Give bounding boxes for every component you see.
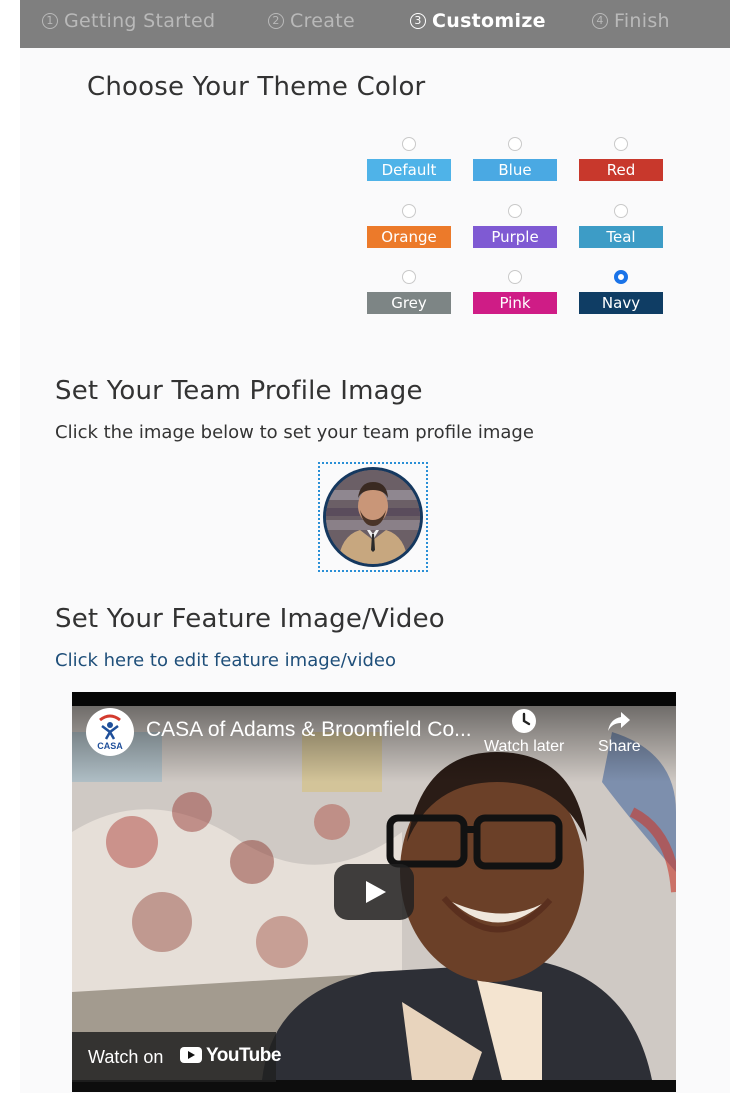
share-button[interactable]: Share	[598, 708, 641, 756]
youtube-play-icon	[180, 1047, 202, 1063]
youtube-wordmark: YouTube	[206, 1045, 281, 1066]
share-label: Share	[598, 738, 641, 755]
step-getting-started[interactable]: 1 Getting Started	[42, 10, 215, 32]
theme-radio-orange[interactable]	[402, 204, 416, 218]
theme-color-heading: Choose Your Theme Color	[87, 72, 426, 102]
theme-radio-pink[interactable]	[508, 270, 522, 284]
theme-swatch-blue[interactable]: Blue	[473, 159, 557, 181]
play-button[interactable]	[334, 864, 414, 920]
theme-option-default[interactable]: Default	[367, 135, 451, 181]
step-number-1: 1	[42, 13, 58, 29]
theme-radio-blue[interactable]	[508, 137, 522, 151]
step-customize[interactable]: 3 Customize	[410, 10, 546, 32]
step-number-3: 3	[410, 13, 426, 29]
theme-swatch-default[interactable]: Default	[367, 159, 451, 181]
theme-option-navy[interactable]: Navy	[579, 268, 663, 314]
watch-later-label: Watch later	[484, 738, 565, 755]
svg-text:CASA: CASA	[97, 741, 123, 751]
theme-option-purple[interactable]: Purple	[473, 202, 557, 248]
step-label: Finish	[614, 10, 670, 32]
theme-swatch-grey[interactable]: Grey	[367, 292, 451, 314]
casa-logo-icon: CASA	[97, 714, 123, 751]
theme-radio-red[interactable]	[614, 137, 628, 151]
step-number-4: 4	[592, 13, 608, 29]
step-number-2: 2	[268, 13, 284, 29]
theme-swatch-pink[interactable]: Pink	[473, 292, 557, 314]
theme-option-red[interactable]: Red	[579, 135, 663, 181]
theme-option-orange[interactable]: Orange	[367, 202, 451, 248]
theme-option-pink[interactable]: Pink	[473, 268, 557, 314]
theme-radio-teal[interactable]	[614, 204, 628, 218]
video-title[interactable]: CASA of Adams & Broomfield Co...	[146, 718, 472, 742]
person-photo-icon	[326, 470, 420, 564]
theme-radio-purple[interactable]	[508, 204, 522, 218]
step-label: Getting Started	[64, 10, 216, 32]
theme-swatch-orange[interactable]: Orange	[367, 226, 451, 248]
step-label: Customize	[432, 10, 546, 32]
theme-radio-navy[interactable]	[614, 270, 628, 284]
theme-option-grey[interactable]: Grey	[367, 268, 451, 314]
theme-radio-grey[interactable]	[402, 270, 416, 284]
theme-swatch-red[interactable]: Red	[579, 159, 663, 181]
theme-option-teal[interactable]: Teal	[579, 202, 663, 248]
feature-video-embed[interactable]: CASA CASA of Adams & Broomfield Co... Wa…	[72, 692, 676, 1092]
theme-swatch-navy[interactable]: Navy	[579, 292, 663, 314]
profile-image-heading: Set Your Team Profile Image	[55, 376, 423, 406]
step-label: Create	[290, 10, 355, 32]
theme-radio-default[interactable]	[402, 137, 416, 151]
profile-image-description: Click the image below to set your team p…	[55, 422, 534, 443]
theme-option-blue[interactable]: Blue	[473, 135, 557, 181]
watch-on-label: Watch on	[88, 1047, 164, 1067]
theme-swatch-purple[interactable]: Purple	[473, 226, 557, 248]
clock-icon	[512, 709, 537, 733]
step-finish[interactable]: 4 Finish	[592, 10, 670, 32]
theme-swatch-teal[interactable]: Teal	[579, 226, 663, 248]
channel-logo[interactable]: CASA	[86, 708, 134, 756]
wizard-stepper: 1 Getting Started 2 Create 3 Customize 4…	[20, 0, 730, 48]
watch-on-youtube-button[interactable]: Watch on YouTube	[72, 1032, 281, 1082]
watch-later-button[interactable]: Watch later	[484, 708, 564, 756]
edit-feature-link[interactable]: Click here to edit feature image/video	[55, 650, 396, 671]
step-create[interactable]: 2 Create	[268, 10, 355, 32]
avatar-photo	[326, 470, 420, 564]
feature-heading: Set Your Feature Image/Video	[55, 604, 445, 634]
theme-color-options: Default Blue Red Orange Purple Teal Grey…	[367, 135, 663, 315]
share-arrow-icon	[608, 712, 631, 731]
profile-image-picker[interactable]	[318, 462, 428, 572]
avatar[interactable]	[323, 467, 423, 567]
